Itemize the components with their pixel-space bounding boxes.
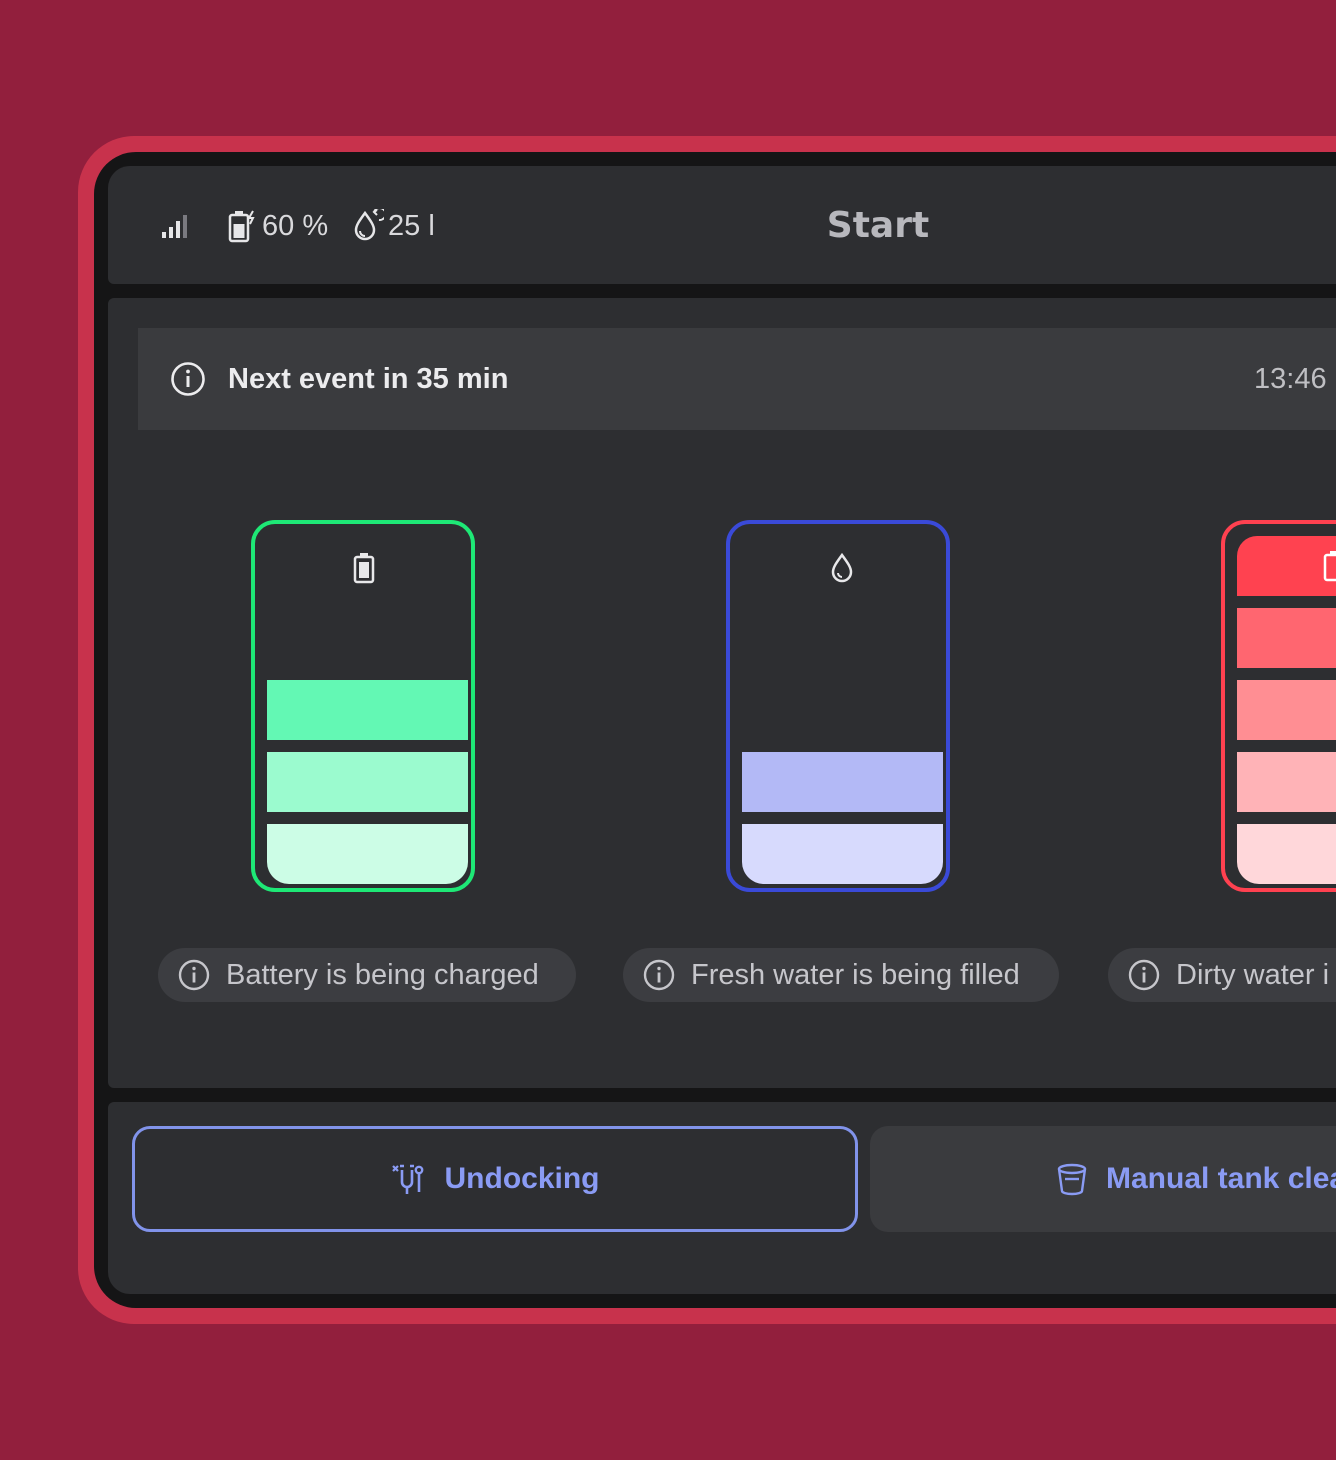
manual-tank-clean-label: Manual tank clea (1106, 1162, 1336, 1195)
status-bar: 60 % 25 l Start (108, 166, 1336, 284)
fresh-water-status-text: Fresh water is being filled (691, 958, 1020, 991)
device-screen: 60 % 25 l Start Next event in 35 min 13:… (94, 152, 1336, 1308)
battery-level-segment (267, 824, 468, 884)
bucket-icon (1057, 1163, 1087, 1196)
action-bar: Undocking Manual tank clea (108, 1102, 1336, 1294)
water-drop-icon (352, 209, 384, 243)
dirty-water-level-segment (1237, 608, 1336, 668)
info-icon (1128, 959, 1160, 991)
undocking-label: Undocking (444, 1162, 600, 1195)
fresh-water-level-tank[interactable] (726, 520, 950, 892)
battery-status-text: Battery is being charged (226, 958, 539, 991)
battery-status: 60 % (228, 206, 328, 246)
battery-icon (353, 552, 375, 589)
page-title: Start (826, 204, 930, 246)
fresh-water-level-segment (742, 752, 943, 812)
water-status: 25 l (352, 206, 435, 246)
tank-icon (1323, 550, 1336, 587)
fresh-water-level-segment (742, 824, 943, 884)
info-icon (643, 959, 675, 991)
undocking-icon (391, 1164, 423, 1194)
dirty-water-level-segment (1237, 680, 1336, 740)
battery-percent: 60 % (262, 209, 329, 242)
manual-tank-clean-button[interactable]: Manual tank clea (870, 1126, 1336, 1232)
dirty-water-level-segment (1237, 536, 1336, 596)
dirty-water-level-tank[interactable] (1221, 520, 1336, 892)
info-icon (178, 959, 210, 991)
main-panel: Next event in 35 min 13:46 Battery is be… (108, 298, 1336, 1088)
battery-charging-icon (228, 209, 258, 243)
dirty-water-status-text: Dirty water i (1176, 958, 1330, 991)
water-volume: 25 l (388, 209, 435, 242)
dirty-water-level-segment (1237, 824, 1336, 884)
signal-bars-icon (160, 210, 190, 240)
fresh-water-status-pill[interactable]: Fresh water is being filled (623, 948, 1059, 1002)
battery-level-segment (267, 752, 468, 812)
battery-level-tank[interactable] (251, 520, 475, 892)
event-time: 13:46 (1254, 363, 1327, 395)
info-icon (170, 361, 206, 402)
battery-level-segment (267, 680, 468, 740)
next-event-text: Next event in 35 min (228, 363, 509, 395)
next-event-banner[interactable]: Next event in 35 min 13:46 (138, 328, 1336, 430)
battery-status-pill[interactable]: Battery is being charged (158, 948, 576, 1002)
water-drop-icon (830, 552, 854, 589)
undocking-button[interactable]: Undocking (132, 1126, 858, 1232)
dirty-water-level-segment (1237, 752, 1336, 812)
dirty-water-status-pill[interactable]: Dirty water i (1108, 948, 1336, 1002)
